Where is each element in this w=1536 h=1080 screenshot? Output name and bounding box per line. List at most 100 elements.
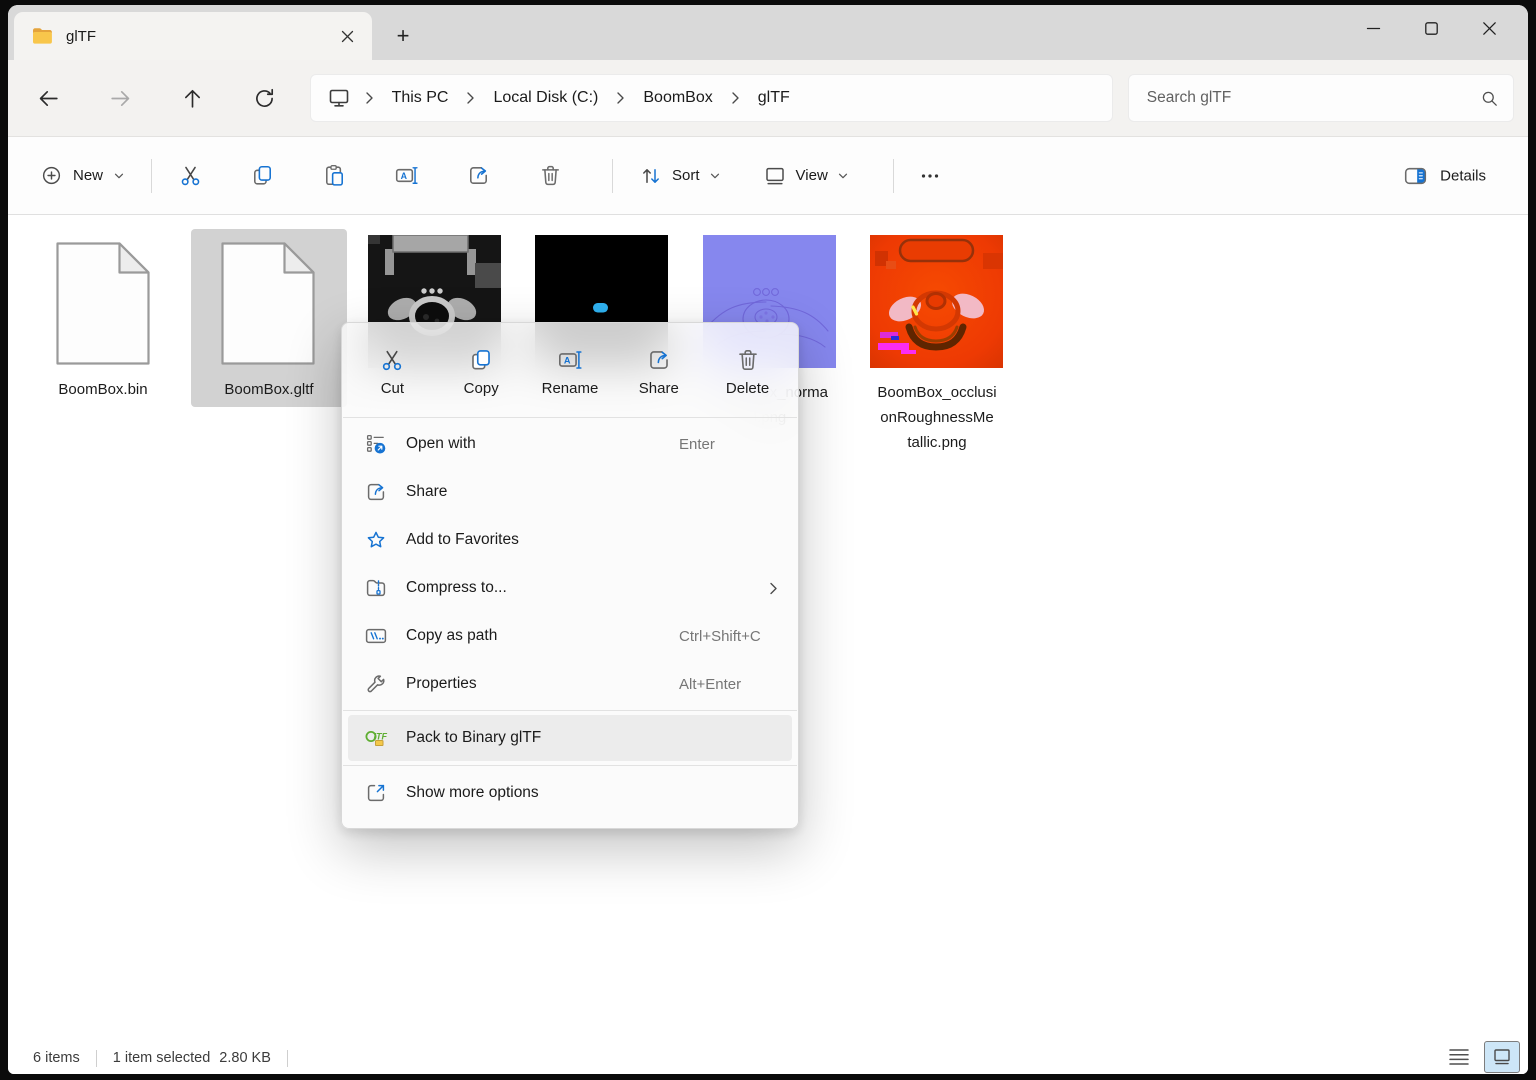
new-button[interactable]: New (28, 156, 137, 195)
wrench-icon (364, 672, 388, 696)
maximize-button[interactable] (1402, 5, 1460, 51)
menu-item-add-to-favorites[interactable]: Add to Favorites (342, 516, 798, 564)
close-button[interactable] (1460, 5, 1518, 51)
paste-button[interactable] (310, 154, 358, 198)
selection-size: 2.80 KB (219, 1050, 271, 1066)
menu-separator (343, 710, 797, 711)
open-external-icon (364, 781, 388, 805)
cut-icon (383, 350, 402, 371)
delete-button[interactable] (526, 154, 574, 198)
menu-item-properties[interactable]: Properties Alt+Enter (342, 660, 798, 708)
rename-button[interactable]: A (382, 154, 430, 198)
breadcrumb-chevron-icon (610, 91, 631, 105)
chevron-down-icon (114, 173, 124, 178)
cut-button[interactable] (166, 154, 214, 198)
menu-item-copy-as-path[interactable]: Copy as path Ctrl+Shift+C (342, 612, 798, 660)
this-pc-icon (327, 86, 351, 110)
copy-button[interactable] (238, 154, 286, 198)
item-count: 6 items (33, 1050, 80, 1066)
menu-item-share[interactable]: Share (342, 468, 798, 516)
menu-item-compress-to[interactable]: Compress to... (342, 564, 798, 612)
star-icon (364, 528, 388, 552)
breadcrumb-gltf[interactable]: glTF (748, 85, 800, 111)
refresh-button[interactable] (242, 78, 288, 118)
tab-gltf[interactable]: glTF (14, 12, 372, 60)
context-delete-button[interactable]: Delete (706, 334, 790, 410)
status-bar: 6 items 1 item selected 2.80 KB (8, 1041, 1528, 1074)
sort-icon (643, 168, 659, 183)
new-tab-button[interactable]: + (386, 19, 420, 53)
document-icon (221, 242, 315, 365)
toolbar-separator (612, 158, 614, 193)
open-with-icon (364, 432, 388, 456)
view-icon (765, 167, 784, 184)
file-label: BoomBox.bin (58, 381, 148, 398)
status-divider (286, 1049, 288, 1067)
thumbnail-view-icon (1494, 1049, 1510, 1065)
breadcrumb-chevron-icon (359, 91, 380, 105)
list-view-icon (1449, 1049, 1469, 1065)
context-cut-button[interactable]: Cut (350, 334, 434, 410)
menu-item-show-more-options[interactable]: Show more options (342, 768, 798, 818)
context-rename-button[interactable]: A Rename (528, 334, 612, 410)
status-divider (95, 1049, 97, 1067)
shortcut-label: Alt+Enter (679, 675, 742, 693)
breadcrumb-local-disk[interactable]: Local Disk (C:) (483, 85, 608, 111)
breadcrumb-boombox[interactable]: BoomBox (633, 85, 722, 111)
file-explorer-window: glTF + This PC Local Disk (C:) BoomBox g… (8, 5, 1528, 1074)
breadcrumb-this-pc[interactable]: This PC (382, 85, 459, 111)
more-options-button[interactable] (908, 154, 952, 198)
forward-button[interactable] (98, 78, 144, 118)
rename-icon: A (558, 351, 582, 369)
share-icon (364, 480, 388, 504)
file-boombox-bin[interactable] (56, 242, 150, 365)
share-icon (649, 351, 668, 369)
thumbnail-view-toggle[interactable] (1484, 1041, 1520, 1073)
search-input[interactable] (1144, 88, 1480, 108)
up-button[interactable] (170, 78, 216, 118)
tab-close-icon[interactable] (334, 23, 360, 49)
view-button-label: View (795, 167, 828, 184)
address-bar[interactable]: This PC Local Disk (C:) BoomBox glTF (309, 74, 1113, 122)
sort-button-label: Sort (672, 167, 700, 184)
file-thumbnail-orm-map[interactable] (870, 235, 1003, 368)
file-label: BoomBox.gltf (224, 381, 314, 398)
quick-actions-row: Cut Copy A Rename Share Delete (342, 325, 798, 415)
file-list-area[interactable]: BoomBox.bin BoomBox.gltf BoomBox_occlusi… (8, 215, 1528, 1042)
details-view-toggle[interactable] (1442, 1042, 1476, 1072)
context-share-button[interactable]: Share (617, 334, 701, 410)
breadcrumb-chevron-icon (725, 91, 746, 105)
compress-zip-icon (364, 576, 388, 600)
sort-button[interactable]: Sort (627, 156, 733, 196)
details-pane-button[interactable]: Details (1393, 155, 1496, 196)
command-toolbar: New A Sort View Details (8, 137, 1528, 215)
new-button-label: New (73, 167, 104, 184)
submenu-chevron-icon (769, 581, 778, 596)
share-button[interactable] (454, 154, 502, 198)
chevron-down-icon (838, 173, 847, 178)
copy-path-icon (364, 624, 388, 648)
plus-circle-icon (42, 166, 61, 185)
delete-icon (738, 349, 757, 371)
menu-separator (343, 765, 797, 766)
gltf-logo-icon: lTF (364, 726, 388, 750)
tab-title: glTF (66, 27, 96, 45)
context-menu: Cut Copy A Rename Share Delete Open with… (341, 322, 799, 829)
file-label: BoomBox_occlusi onRoughnessMe tallic.png (877, 384, 997, 451)
toolbar-separator (892, 158, 894, 193)
search-icon[interactable] (1480, 89, 1499, 108)
breadcrumb-chevron-icon (460, 91, 481, 105)
menu-item-pack-to-binary-gltf[interactable]: lTF Pack to Binary glTF (348, 715, 792, 761)
copy-icon (472, 350, 491, 370)
ellipsis-icon (921, 173, 938, 178)
back-button[interactable] (26, 78, 72, 118)
minimize-button[interactable] (1344, 5, 1402, 51)
view-button[interactable]: View (751, 156, 861, 196)
chevron-down-icon (710, 173, 719, 178)
folder-icon (32, 27, 53, 45)
menu-item-open-with[interactable]: Open with Enter (342, 420, 798, 468)
context-copy-button[interactable]: Copy (439, 334, 523, 410)
menu-separator (343, 417, 797, 418)
selection-count: 1 item selected (112, 1050, 211, 1066)
shortcut-label: Enter (679, 435, 715, 453)
